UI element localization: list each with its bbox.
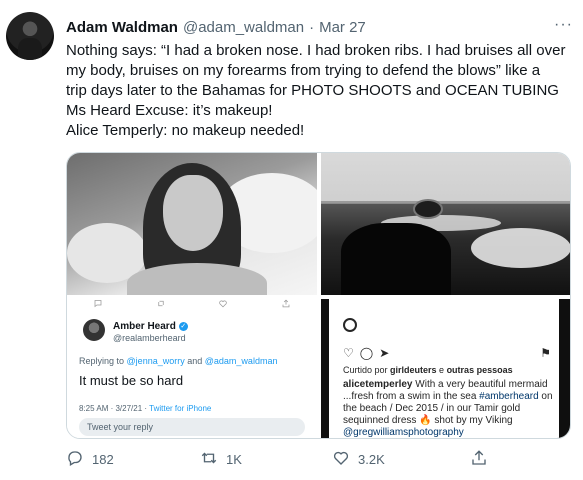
instagram-like-icon: ♡	[343, 346, 354, 360]
embedded-author: Amber Heard ✓	[113, 321, 188, 332]
embedded-meta-source: Twitter for iPhone	[149, 404, 212, 413]
photo-portrait[interactable]	[67, 153, 317, 295]
fire-emoji-icon: 🔥	[419, 415, 432, 426]
author-name[interactable]: Adam Waldman	[66, 19, 178, 36]
like-count: 3.2K	[358, 452, 385, 467]
shoulder-shape	[127, 263, 267, 295]
instagram-bookmark-icon: ⚑	[540, 346, 551, 360]
tweet-date[interactable]: Mar 27	[319, 19, 366, 36]
instagram-caption: alicetemperley With a very beautiful mer…	[343, 379, 555, 438]
tweet-text-line: Alice Temperly: no makeup needed!	[66, 122, 305, 139]
instagram-panel: ♡ ◯ ➤ ⚑ Curtido por girldeuters e outras…	[329, 299, 559, 438]
embedded-reply-input: Tweet your reply	[79, 418, 305, 436]
verified-badge-icon: ✓	[178, 322, 188, 331]
reply-count: 182	[92, 452, 114, 467]
liked-mid: e	[436, 365, 447, 375]
liked-prefix: Curtido por	[343, 365, 391, 375]
tweet-text-line: Nothing says: “I had a broken nose. I ha…	[66, 42, 566, 59]
heart-icon	[332, 449, 350, 470]
replying-and: and	[187, 356, 203, 366]
reply-icon	[66, 449, 84, 470]
splash-shape	[471, 228, 570, 268]
instagram-liked-by: Curtido por girldeuters e outras pessoas	[343, 365, 513, 375]
embedded-author-name: Amber Heard	[113, 321, 176, 332]
embedded-meta-time: 8:25 AM · 3/27/21 ·	[79, 404, 150, 413]
embedded-tweet-meta: 8:25 AM · 3/27/21 · Twitter for iPhone	[79, 404, 211, 413]
photo-embedded-tweet[interactable]: Amber Heard ✓ @realamberheard Replying t…	[67, 299, 317, 438]
embedded-replying-to: Replying to @jenna_worry and @adam_waldm…	[79, 356, 277, 366]
person-silhouette	[341, 223, 451, 295]
photo-instagram-post[interactable]: ♡ ◯ ➤ ⚑ Curtido por girldeuters e outras…	[321, 299, 570, 438]
replying-mention: @jenna_worry	[126, 356, 185, 366]
tweet-text-line: my body, bruises on my forearms from try…	[66, 62, 541, 79]
share-icon	[470, 449, 488, 470]
tweet[interactable]: Adam Waldman @adam_waldman · Mar 27 ··· …	[0, 0, 583, 480]
replying-prefix: Replying to	[79, 356, 125, 366]
instagram-avatar-icon	[343, 318, 357, 332]
share-button[interactable]	[470, 449, 488, 470]
more-options-icon[interactable]: ···	[554, 16, 573, 34]
face-shape	[163, 175, 223, 251]
embedded-tweet-text: It must be so hard	[79, 373, 184, 388]
embedded-retweet-icon	[156, 299, 166, 307]
replying-mention: @adam_waldman	[204, 356, 278, 366]
embedded-author-handle: @realamberheard	[113, 333, 186, 343]
embedded-reply-icon	[93, 299, 103, 308]
liked-user: girldeuters	[390, 365, 437, 375]
instagram-action-row: ♡ ◯ ➤ ⚑	[343, 346, 551, 360]
tweet-text-line: trip days later to the Bahamas for PHOTO…	[66, 82, 559, 99]
reply-button[interactable]: 182	[66, 449, 114, 470]
tweet-actions: 182 1K 3.2K	[66, 449, 496, 473]
horizon-line	[321, 201, 570, 203]
retweet-icon	[200, 449, 218, 470]
liked-rest: outras pessoas	[446, 365, 513, 375]
retweet-count: 1K	[226, 452, 242, 467]
media-grid: Amber Heard ✓ @realamberheard Replying t…	[66, 152, 571, 439]
instagram-share-icon: ➤	[379, 346, 390, 360]
instagram-comment-icon: ◯	[359, 346, 374, 360]
embedded-action-row	[67, 299, 317, 308]
tweet-header: Adam Waldman @adam_waldman · Mar 27	[66, 17, 366, 37]
embedded-share-icon	[281, 299, 291, 308]
author-handle[interactable]: @adam_waldman	[183, 19, 304, 36]
retweet-button[interactable]: 1K	[200, 449, 242, 470]
caption-credit: @gregwilliamsphotography	[343, 427, 464, 438]
photo-ocean-tubing[interactable]	[321, 153, 570, 295]
embedded-avatar	[83, 319, 105, 341]
avatar[interactable]	[6, 12, 54, 60]
embedded-like-icon	[218, 299, 228, 308]
caption-user: alicetemperley	[343, 379, 413, 390]
tweet-text-line: Ms Heard Excuse: it’s makeup!	[66, 102, 273, 119]
separator-dot: ·	[309, 18, 315, 36]
caption-text: shot by my Viking	[431, 415, 513, 426]
caption-hashtag: #amberheard	[479, 391, 539, 402]
like-button[interactable]: 3.2K	[332, 449, 385, 470]
tweet-text: Nothing says: “I had a broken nose. I ha…	[66, 41, 571, 141]
tube-shape	[413, 199, 443, 219]
